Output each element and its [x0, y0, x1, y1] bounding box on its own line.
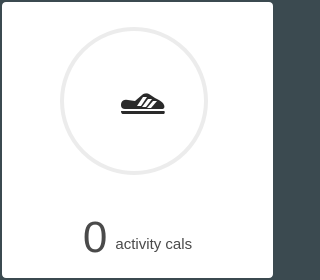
activity-cals-label: activity cals [115, 236, 193, 253]
progress-ring [60, 27, 208, 175]
activity-cals-value: 0 [82, 213, 108, 262]
activity-calories-card[interactable]: 0 activity cals [2, 2, 273, 278]
activity-stat: 0 activity cals [2, 204, 273, 260]
shoe-icon [121, 93, 165, 114]
